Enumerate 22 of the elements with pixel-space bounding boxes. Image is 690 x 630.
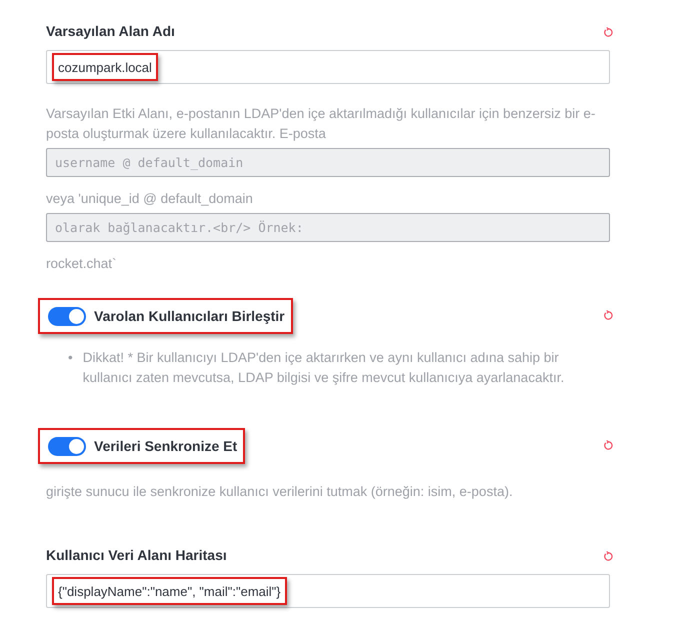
setting-label: Kullanıcı Veri Alanı Haritası xyxy=(46,546,227,565)
toggle-switch[interactable] xyxy=(48,436,86,456)
reset-icon[interactable] xyxy=(603,27,614,38)
input-field[interactable]: cozumpark.local xyxy=(46,50,610,84)
code-block: username @ default_domain xyxy=(46,148,610,177)
reset-icon[interactable] xyxy=(603,440,614,451)
reset-icon[interactable] xyxy=(603,310,614,321)
toggle-switch[interactable] xyxy=(48,306,86,326)
input-field[interactable]: {"displayName":"name", "mail":"email"} xyxy=(46,574,610,608)
setting-description: Varsayılan Etki Alanı, e-postanın LDAP'den içe aktarılmadığı kullanıcılar için benzersiz bir e-posta oluşturmak üzere kullanılacaktır. E-posta xyxy=(46,105,596,143)
setting-label: Verileri Senkronize Et xyxy=(94,437,238,456)
setting-label: Varsayılan Alan Adı xyxy=(46,22,175,41)
highlight-frame: cozumpark.local xyxy=(52,53,158,81)
bullet-marker: • xyxy=(68,349,73,367)
reset-icon[interactable] xyxy=(603,551,614,562)
highlight-frame: {"displayName":"name", "mail":"email"} xyxy=(52,577,287,605)
setting-description: veya 'unique_id @ default_domain xyxy=(46,190,254,208)
setting-label: Varolan Kullanıcıları Birleştir xyxy=(94,307,285,326)
setting-description: girişte sunucu ile senkronize kullanıcı verilerini tutmak (örneğin: isim, e-posta). xyxy=(46,483,514,501)
code-block: olarak bağlanacaktır.<br/> Örnek: xyxy=(46,213,610,242)
setting-description: rocket.chat` xyxy=(46,255,118,273)
warning-note: Dikkat! * Bir kullanıcıyı LDAP'den içe aktarırken ve aynı kullanıcı adına sahip bir kullanıcı zaten mevcutsa, LDAP bilgisi ve şifre mevcut kullanıcıya ayarlanacaktır. xyxy=(82,349,566,387)
